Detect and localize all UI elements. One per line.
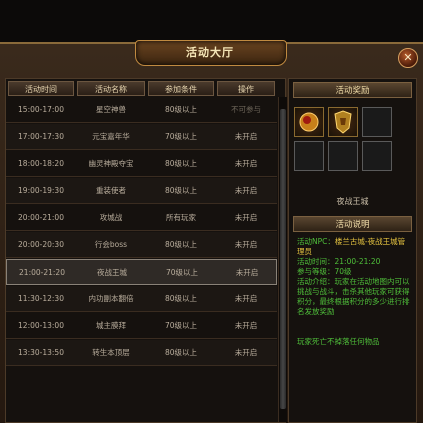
npc-line: 活动NPC：楼兰古城-夜战王城管理员 (297, 237, 412, 257)
armor-icon (334, 110, 352, 134)
row-condition: 80级以上 (164, 240, 198, 249)
row-action[interactable]: 未开启 (218, 260, 276, 286)
row-action[interactable]: 未开启 (217, 124, 275, 150)
gem-icon (299, 112, 319, 132)
row-name: 攻城战 (99, 213, 123, 222)
row-action[interactable]: 未开启 (217, 313, 275, 339)
activity-detail-panel: 活动奖励 夜战王城 活动说明 活动NPC：楼兰古城-夜战王城管理员 活动时间：2… (288, 78, 417, 423)
info-heading: 活动说明 (293, 216, 412, 232)
row-time: 12:00-13:00 (18, 321, 64, 330)
reward-slot-empty[interactable] (362, 141, 392, 171)
header-condition: 参加条件 (148, 81, 214, 96)
table-row[interactable]: 17:00-17:30 元宝嘉年华 70级以上 未开启 (6, 124, 277, 150)
row-condition: 70级以上 (164, 321, 198, 330)
row-condition: 80级以上 (164, 159, 198, 168)
row-time: 19:00-19:30 (18, 186, 64, 195)
table-row[interactable]: 15:00-17:00 星空神兽 80级以上 不可参与 (6, 97, 277, 123)
row-name: 城主膜拜 (96, 321, 126, 330)
row-time: 21:00-21:20 (19, 268, 65, 277)
row-condition: 70级以上 (164, 132, 198, 141)
row-name: 星空神兽 (96, 105, 126, 114)
intro-label: 活动介绍： (297, 277, 335, 286)
level-value: 70级 (334, 267, 352, 276)
header-name: 活动名称 (77, 81, 145, 96)
table-row[interactable]: 18:00-18:20 幽灵神殿夺宝 80级以上 未开启 (6, 151, 277, 177)
row-condition: 80级以上 (164, 348, 198, 357)
row-action[interactable]: 未开启 (217, 205, 275, 231)
table-row[interactable]: 11:30-12:30 内功副本翻倍 80级以上 未开启 (6, 286, 277, 312)
row-time: 13:30-13:50 (18, 348, 64, 357)
header-action: 操作 (217, 81, 275, 96)
table-row[interactable]: 19:00-19:30 重装使者 80级以上 未开启 (6, 178, 277, 204)
intro-line: 活动介绍：玩家在活动地图内可以挑战与战斗，击杀其他玩家可获得积分，最终根据积分的… (297, 277, 412, 317)
row-time: 15:00-17:00 (18, 105, 64, 114)
row-action[interactable]: 不可参与 (217, 97, 275, 123)
level-label: 参与等级： (297, 267, 335, 276)
table-header: 活动时间 活动名称 参加条件 操作 (6, 79, 277, 97)
row-condition: 80级以上 (164, 294, 198, 303)
reward-slot-empty[interactable] (294, 141, 324, 171)
row-name: 转生本顶层 (92, 348, 130, 357)
row-condition: 所有玩家 (166, 213, 196, 222)
header-time: 活动时间 (8, 81, 74, 96)
row-action[interactable]: 未开启 (217, 340, 275, 366)
row-time: 18:00-18:20 (18, 159, 64, 168)
activity-table: 活动时间 活动名称 参加条件 操作 15:00-17:00 星空神兽 80级以上… (5, 78, 287, 423)
reward-item-name: 夜战王城 (336, 197, 369, 206)
row-name: 夜战王城 (97, 268, 127, 277)
row-action[interactable]: 未开启 (217, 151, 275, 177)
table-row[interactable]: 20:00-21:00 攻城战 所有玩家 未开启 (6, 205, 277, 231)
row-time: 17:00-17:30 (18, 132, 64, 141)
row-condition: 80级以上 (164, 105, 198, 114)
activity-description: 活动NPC：楼兰古城-夜战王城管理员 活动时间：21:00-21:20 参与等级… (297, 237, 412, 317)
row-condition: 80级以上 (164, 186, 198, 195)
time-value: 21:00-21:20 (334, 257, 381, 266)
window-title: 活动大厅 (186, 46, 234, 59)
scroll-thumb[interactable] (280, 109, 286, 409)
table-row[interactable]: 12:00-13:00 城主膜拜 70级以上 未开启 (6, 313, 277, 339)
table-row-selected[interactable]: 21:00-21:20 夜战王城 70级以上 未开启 (6, 259, 277, 285)
row-condition: 70级以上 (165, 268, 199, 277)
reward-slot-empty[interactable] (362, 107, 392, 137)
reward-heading: 活动奖励 (293, 82, 412, 98)
reward-slot-gem-icon[interactable] (294, 107, 324, 137)
row-name: 幽灵神殿夺宝 (88, 159, 134, 168)
row-name: 内功副本翻倍 (88, 294, 134, 303)
row-time: 20:00-21:00 (18, 213, 64, 222)
death-note: 玩家死亡不掉落任何物品 (297, 337, 380, 346)
npc-label: 活动NPC： (297, 237, 335, 246)
level-line: 参与等级：70级 (297, 267, 412, 277)
row-name: 元宝嘉年华 (92, 132, 130, 141)
row-action[interactable]: 未开启 (217, 178, 275, 204)
table-scrollbar[interactable] (278, 97, 287, 422)
row-action[interactable]: 未开启 (217, 232, 275, 258)
table-row[interactable]: 20:00-20:30 行会boss 80级以上 未开启 (6, 232, 277, 258)
close-button[interactable]: ✕ (398, 48, 418, 68)
row-time: 20:00-20:30 (18, 240, 64, 249)
time-line: 活动时间：21:00-21:20 (297, 257, 412, 267)
reward-slot-armor-icon[interactable] (328, 107, 358, 137)
row-action[interactable]: 未开启 (217, 286, 275, 312)
table-row[interactable]: 13:30-13:50 转生本顶层 80级以上 未开启 (6, 340, 277, 366)
row-time: 11:30-12:30 (18, 294, 64, 303)
row-name: 行会boss (94, 240, 128, 249)
time-label: 活动时间： (297, 257, 335, 266)
reward-slot-empty[interactable] (328, 141, 358, 171)
row-name: 重装使者 (96, 186, 126, 195)
